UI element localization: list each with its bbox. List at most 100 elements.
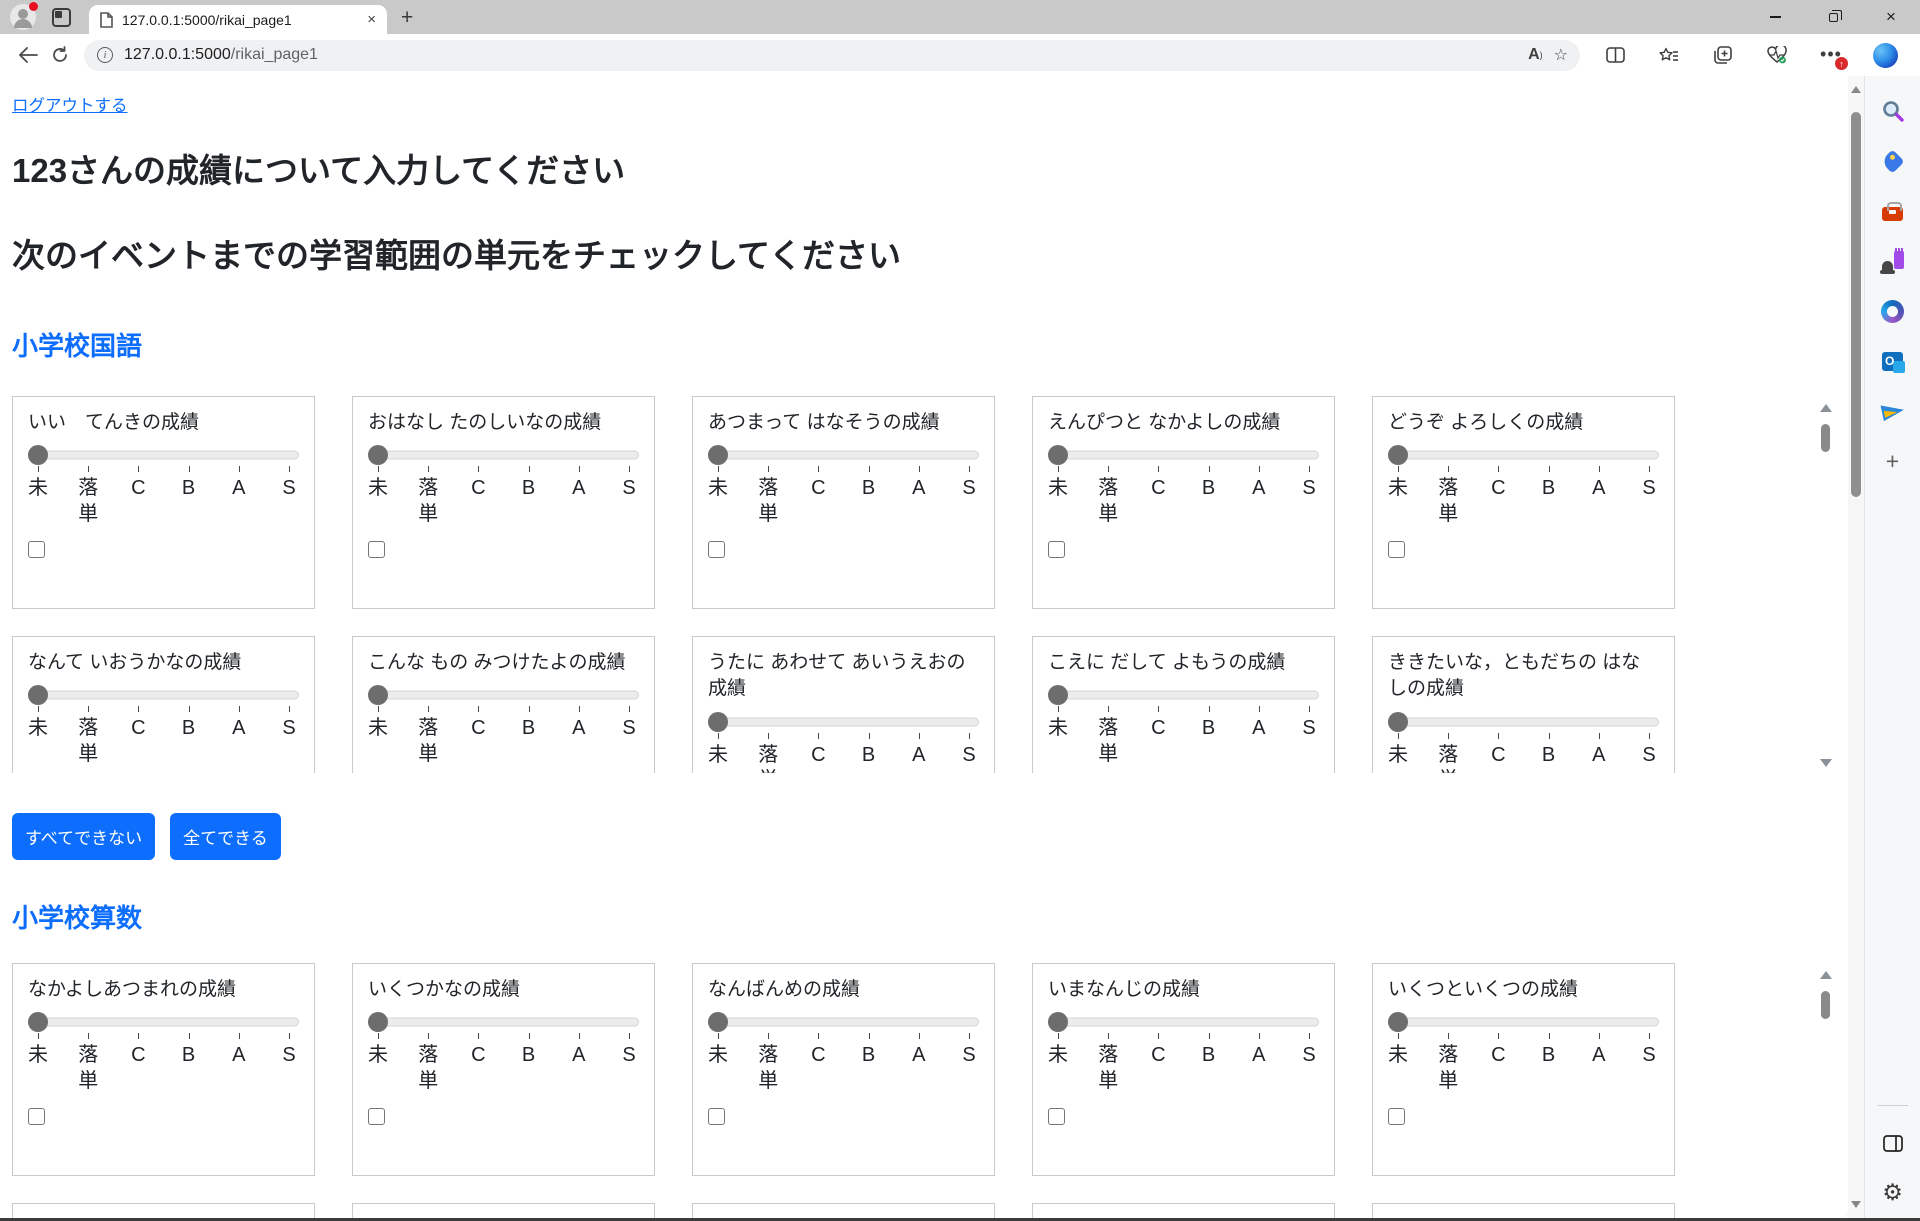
add-sidebar-icon[interactable]: + (1880, 448, 1906, 474)
site-info-icon[interactable]: i (97, 47, 113, 63)
grade-label: A (912, 476, 925, 501)
slider-thumb[interactable] (368, 445, 388, 465)
slider-thumb[interactable] (1048, 445, 1068, 465)
slider-thumb[interactable] (28, 445, 48, 465)
games-icon[interactable] (1880, 248, 1906, 274)
grade-slider[interactable] (708, 712, 979, 732)
grade-label: C (811, 476, 825, 501)
unit-checkbox[interactable] (368, 541, 385, 558)
all-can-button[interactable]: 全てできる (170, 813, 281, 860)
scrollbar-thumb[interactable] (1821, 424, 1830, 452)
slider-thumb[interactable] (1048, 685, 1068, 705)
unit-title: おはなし たのしいなの成績 (368, 410, 639, 437)
slider-thumb[interactable] (368, 1012, 388, 1032)
more-menu-icon[interactable]: ••• ↑ (1816, 40, 1846, 70)
tab-title: 127.0.0.1:5000/rikai_page1 (122, 12, 355, 28)
unit-checkbox[interactable] (708, 541, 725, 558)
page-scrollbar[interactable] (1848, 76, 1864, 1218)
read-aloud-icon[interactable]: A) (1528, 46, 1543, 64)
grade-slider[interactable] (28, 685, 299, 705)
address-bar[interactable]: i 127.0.0.1:5000/rikai_page1 A) ☆ (84, 40, 1580, 71)
refresh-button[interactable] (44, 39, 76, 71)
logout-link[interactable]: ログアウトする (12, 92, 128, 116)
new-tab-button[interactable]: + (401, 7, 413, 28)
slider-thumb[interactable] (368, 685, 388, 705)
unit-checkbox[interactable] (1388, 541, 1405, 558)
search-icon[interactable] (1880, 98, 1906, 124)
tick-mark (38, 466, 39, 472)
grade-label: 落単 (415, 716, 441, 766)
slider-thumb[interactable] (1388, 445, 1408, 465)
grade-label: 未 (708, 476, 728, 501)
settings-icon[interactable]: ⚙ (1880, 1180, 1906, 1206)
profile-avatar[interactable] (10, 4, 36, 30)
tab-close-icon[interactable]: × (364, 11, 379, 28)
slider-thumb[interactable] (28, 1012, 48, 1032)
slider-thumb[interactable] (708, 1012, 728, 1032)
scroll-up-arrow-icon[interactable] (1820, 971, 1832, 979)
unit-checkbox[interactable] (708, 1108, 725, 1125)
favorites-icon[interactable] (1654, 40, 1684, 70)
toolbox-icon[interactable] (1880, 198, 1906, 224)
active-tab[interactable]: 127.0.0.1:5000/rikai_page1 × (89, 5, 387, 34)
sidebar-panel-icon[interactable] (1880, 1130, 1906, 1156)
browser-essentials-icon[interactable] (1762, 40, 1792, 70)
grade-slider[interactable] (1048, 445, 1319, 465)
unit-card: なんて いおうかなの成績未落単CBAS (12, 636, 315, 773)
scroll-down-arrow-icon[interactable] (1820, 759, 1832, 767)
scroll-down-arrow-icon[interactable] (1851, 1201, 1861, 1208)
back-button[interactable] (12, 39, 44, 71)
grade-slider[interactable] (1388, 1012, 1659, 1032)
restore-button[interactable] (1804, 0, 1862, 34)
unit-checkbox[interactable] (28, 1108, 45, 1125)
grade-slider[interactable] (708, 1012, 979, 1032)
collections-icon[interactable] (1708, 40, 1738, 70)
slider-thumb[interactable] (1048, 1012, 1068, 1032)
grade-slider[interactable] (368, 1012, 639, 1032)
unit-title: なかよしあつまれの成績 (28, 977, 299, 1004)
unit-checkbox[interactable] (1048, 541, 1065, 558)
slider-thumb[interactable] (708, 712, 728, 732)
drop-icon[interactable] (1880, 398, 1906, 424)
grade-slider[interactable] (708, 445, 979, 465)
tick-mark (1108, 1033, 1109, 1039)
slider-thumb[interactable] (708, 445, 728, 465)
section-scroll-area[interactable]: いい てんきの成績未落単CBASおはなし たのしいなの成績未落単CBASあつまっ… (12, 396, 1834, 773)
slider-thumb[interactable] (28, 685, 48, 705)
grade-slider[interactable] (28, 1012, 299, 1032)
split-screen-icon[interactable] (1600, 40, 1630, 70)
grade-slider[interactable] (28, 445, 299, 465)
scrollbar-thumb[interactable] (1821, 991, 1830, 1019)
outlook-icon[interactable] (1880, 348, 1906, 374)
grade-slider[interactable] (368, 445, 639, 465)
shopping-icon[interactable] (1880, 148, 1906, 174)
unit-checkbox[interactable] (1048, 1108, 1065, 1125)
scroll-up-arrow-icon[interactable] (1820, 404, 1832, 412)
slider-ticks (1048, 466, 1319, 473)
all-cannot-button[interactable]: すべてできない (12, 813, 155, 860)
grade-slider[interactable] (1048, 1012, 1319, 1032)
grade-label: C (811, 1043, 825, 1068)
grade-label: A (232, 476, 245, 501)
grade-slider[interactable] (368, 685, 639, 705)
scrollbar-thumb[interactable] (1851, 112, 1861, 497)
unit-checkbox[interactable] (1388, 1108, 1405, 1125)
tick-mark (88, 1033, 89, 1039)
grade-label: C (811, 743, 825, 768)
unit-checkbox[interactable] (28, 541, 45, 558)
favorite-star-icon[interactable]: ☆ (1554, 45, 1568, 65)
close-button[interactable]: × (1862, 0, 1920, 34)
copilot-icon[interactable] (1870, 40, 1900, 70)
grade-slider[interactable] (1388, 445, 1659, 465)
section-scroll-area[interactable]: なかよしあつまれの成績未落単CBASいくつかなの成績未落単CBASなんばんめの成… (12, 963, 1834, 1218)
grade-slider[interactable] (1048, 685, 1319, 705)
slider-thumb[interactable] (1388, 712, 1408, 732)
scroll-up-arrow-icon[interactable] (1851, 86, 1861, 93)
slider-thumb[interactable] (1388, 1012, 1408, 1032)
unit-checkbox[interactable] (368, 1108, 385, 1125)
tab-activity-icon[interactable] (52, 8, 71, 27)
grade-slider[interactable] (1388, 712, 1659, 732)
microsoft365-icon[interactable] (1880, 298, 1906, 324)
minimize-button[interactable] (1746, 0, 1804, 34)
tick-mark (1649, 1033, 1650, 1039)
